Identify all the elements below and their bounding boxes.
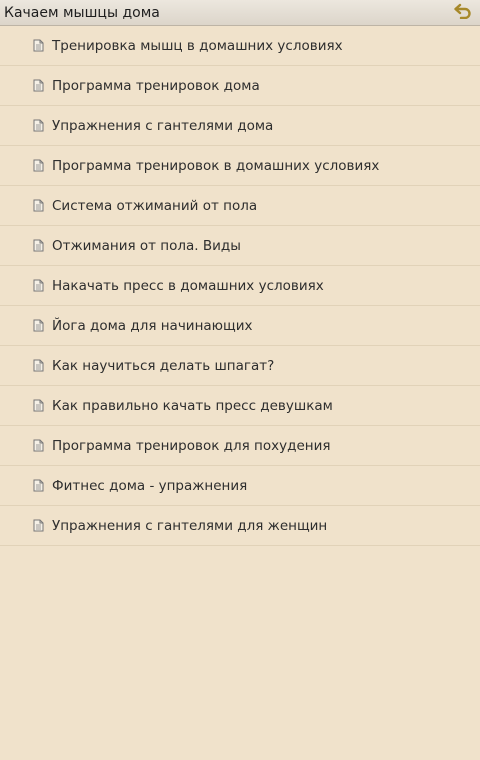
- list-item-label: Программа тренировок для похудения: [52, 437, 331, 454]
- back-button[interactable]: [452, 2, 474, 24]
- document-icon: [32, 239, 44, 253]
- document-icon: [32, 39, 44, 53]
- list-item-label: Накачать пресс в домашних условиях: [52, 277, 324, 294]
- list-item[interactable]: Программа тренировок в домашних условиях: [0, 146, 480, 186]
- list-item-label: Упражнения с гантелями дома: [52, 117, 274, 134]
- document-icon: [32, 359, 44, 373]
- document-icon: [32, 319, 44, 333]
- back-arrow-icon: [454, 3, 472, 23]
- list-item[interactable]: Фитнес дома - упражнения: [0, 466, 480, 506]
- app-header: Качаем мышцы дома: [0, 0, 480, 26]
- list-item[interactable]: Тренировка мышц в домашних условиях: [0, 26, 480, 66]
- list-item[interactable]: Упражнения с гантелями для женщин: [0, 506, 480, 546]
- list-item[interactable]: Система отжиманий от пола: [0, 186, 480, 226]
- list-item-label: Фитнес дома - упражнения: [52, 477, 248, 494]
- list-item[interactable]: Накачать пресс в домашних условиях: [0, 266, 480, 306]
- document-icon: [32, 399, 44, 413]
- document-icon: [32, 199, 44, 213]
- list-item-label: Йога дома для начинающих: [52, 317, 253, 334]
- list-item[interactable]: Йога дома для начинающих: [0, 306, 480, 346]
- document-icon: [32, 439, 44, 453]
- list-item-label: Упражнения с гантелями для женщин: [52, 517, 328, 534]
- list-item-label: Система отжиманий от пола: [52, 197, 258, 214]
- list-item-label: Как правильно качать пресс девушкам: [52, 397, 333, 414]
- document-icon: [32, 519, 44, 533]
- document-icon: [32, 159, 44, 173]
- list-item-label: Программа тренировок дома: [52, 77, 260, 94]
- page-title: Качаем мышцы дома: [4, 4, 160, 21]
- list-item[interactable]: Программа тренировок дома: [0, 66, 480, 106]
- list-item-label: Программа тренировок в домашних условиях: [52, 157, 380, 174]
- article-list: Тренировка мышц в домашних условиях Прог…: [0, 26, 480, 546]
- list-item-label: Отжимания от пола. Виды: [52, 237, 241, 254]
- list-item[interactable]: Как правильно качать пресс девушкам: [0, 386, 480, 426]
- list-item-label: Как научиться делать шпагат?: [52, 357, 275, 374]
- document-icon: [32, 279, 44, 293]
- document-icon: [32, 479, 44, 493]
- list-item[interactable]: Отжимания от пола. Виды: [0, 226, 480, 266]
- list-item[interactable]: Как научиться делать шпагат?: [0, 346, 480, 386]
- app-root: Качаем мышцы дома Тренировка мышц в дома…: [0, 0, 480, 760]
- list-item-label: Тренировка мышц в домашних условиях: [52, 37, 343, 54]
- list-item[interactable]: Программа тренировок для похудения: [0, 426, 480, 466]
- document-icon: [32, 79, 44, 93]
- document-icon: [32, 119, 44, 133]
- list-item[interactable]: Упражнения с гантелями дома: [0, 106, 480, 146]
